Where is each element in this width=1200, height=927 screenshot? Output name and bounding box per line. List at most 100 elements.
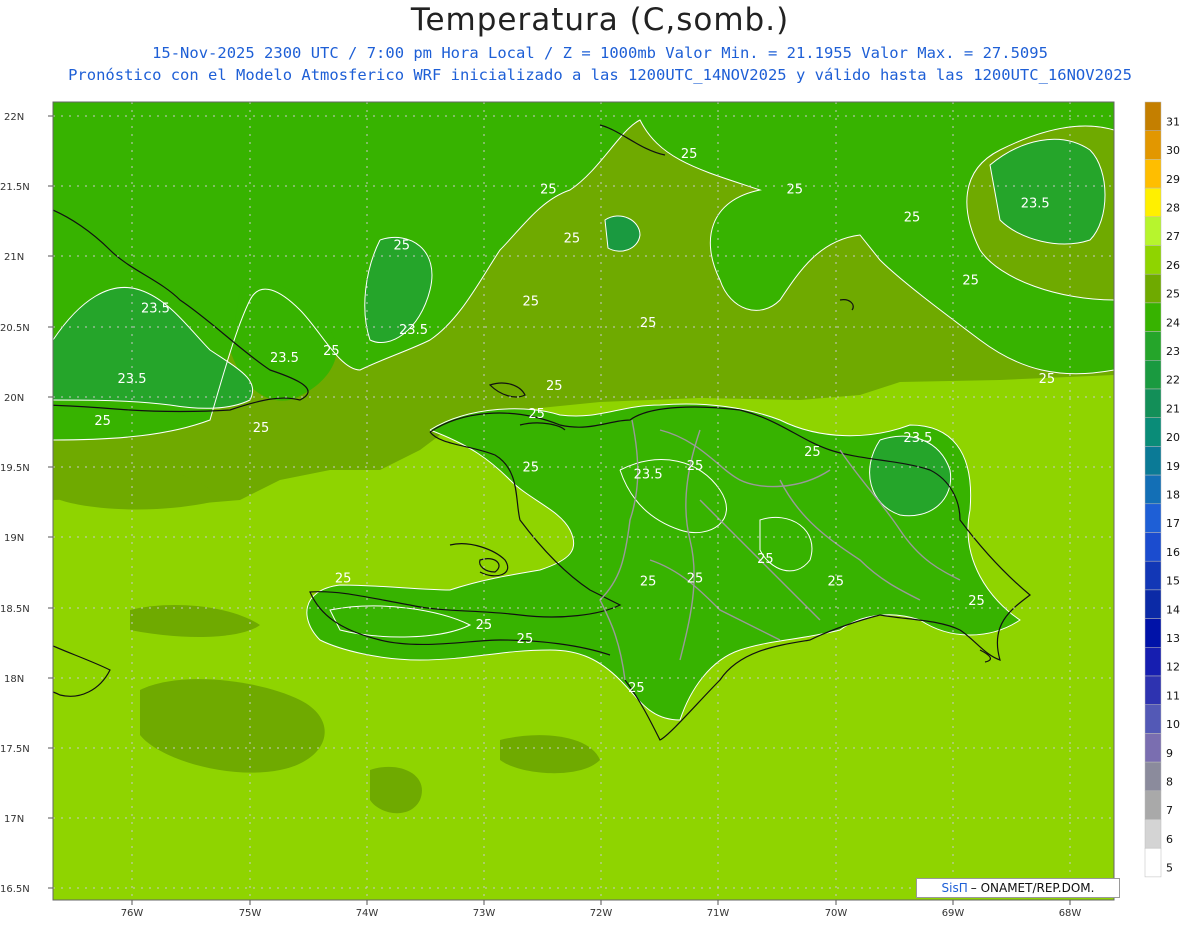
colorbar-swatch — [1144, 647, 1162, 677]
sispi-logo: SisΠ — [941, 881, 968, 895]
contour-label: 23.5 — [1021, 196, 1050, 211]
colorbar-label: 11 — [1166, 689, 1180, 702]
colorbar-label: 5 — [1166, 862, 1173, 875]
lat-label: 21.5N — [0, 182, 30, 193]
colorbar-swatch — [1144, 761, 1162, 792]
contour-label: 25 — [253, 421, 270, 436]
lat-label: 21N — [4, 252, 24, 263]
colorbar-swatch — [1144, 273, 1162, 304]
contour-label: 23.5 — [270, 351, 299, 366]
colorbar-swatch — [1144, 360, 1162, 390]
colorbar-swatch — [1144, 216, 1162, 246]
colorbar-label: 29 — [1166, 173, 1180, 186]
colorbar-swatch — [1144, 302, 1162, 332]
colorbar-label: 17 — [1166, 517, 1180, 530]
contour-label: 25 — [757, 552, 774, 567]
colorbar-swatch — [1144, 847, 1162, 878]
colorbar-label: 13 — [1166, 632, 1180, 645]
contour-label: 25 — [335, 571, 352, 586]
colorbar-swatch — [1144, 618, 1162, 648]
colorbar-swatch — [1144, 187, 1162, 218]
colorbar-swatch — [1144, 417, 1162, 447]
contour-label: 25 — [528, 407, 545, 422]
contour-label: 23.5 — [634, 467, 663, 482]
contour-label: 25 — [523, 295, 540, 310]
colorbar-swatch — [1144, 101, 1162, 131]
contour-label: 25 — [828, 574, 845, 589]
colorbar-label: 12 — [1166, 661, 1180, 674]
colorbar-swatch — [1144, 331, 1162, 361]
colorbar-swatch — [1144, 388, 1162, 418]
contour-label: 25 — [394, 238, 411, 253]
colorbar-swatch — [1144, 245, 1162, 275]
lon-label: 71W — [707, 908, 730, 919]
colorbar-label: 22 — [1166, 374, 1180, 387]
colorbar-label: 28 — [1166, 201, 1180, 214]
colorbar-label: 30 — [1166, 144, 1180, 157]
colorbar-label: 10 — [1166, 718, 1180, 731]
colorbar-label: 31 — [1166, 115, 1180, 128]
lat-label: 20N — [4, 393, 24, 404]
colorbar-label: 8 — [1166, 775, 1173, 788]
shaded-field — [53, 102, 1114, 900]
lat-label: 16.5N — [0, 884, 30, 895]
contour-label: 25 — [1039, 372, 1056, 387]
lat-label: 19.5N — [0, 463, 30, 474]
lon-label: 74W — [356, 908, 379, 919]
colorbar-label: 6 — [1166, 833, 1173, 846]
colorbar-swatch — [1144, 560, 1162, 591]
lon-label: 76W — [121, 908, 144, 919]
colorbar-swatch — [1144, 675, 1162, 705]
temperature-map: 22N 21.5N 21N 20.5N 20N 19.5N 19N 18.5N … — [0, 101, 1180, 919]
contour-label: 25 — [904, 210, 921, 225]
contour-label: 25 — [962, 274, 979, 289]
colorbar-swatch — [1144, 704, 1162, 734]
contour-label: 25 — [517, 632, 534, 647]
contour-label: 25 — [523, 460, 540, 475]
colorbar-swatch — [1144, 130, 1162, 160]
credit-text: – ONAMET/REP.DOM. — [970, 881, 1095, 895]
colorbar-label: 20 — [1166, 431, 1180, 444]
contour-label: 25 — [687, 571, 704, 586]
colorbar-label: 27 — [1166, 230, 1180, 243]
lat-label: 18.5N — [0, 604, 30, 615]
latitude-axis: 22N 21.5N 21N 20.5N 20N 19.5N 19N 18.5N … — [0, 112, 30, 895]
lon-label: 75W — [239, 908, 262, 919]
contour-label: 25 — [968, 594, 985, 609]
colorbar-label: 16 — [1166, 546, 1180, 559]
lon-label: 72W — [590, 908, 613, 919]
colorbar-label: 21 — [1166, 402, 1180, 415]
lon-label: 69W — [942, 908, 965, 919]
colorbar-swatch — [1144, 532, 1162, 562]
lat-label: 17.5N — [0, 744, 30, 755]
contour-label: 23.5 — [141, 302, 170, 317]
colorbar-label: 26 — [1166, 259, 1180, 272]
colorbar: 31 30 29 28 27 26 25 24 23 22 21 20 19 18 17 16 15 14 13 12… — [1144, 101, 1180, 878]
contour-label: 25 — [476, 618, 493, 633]
colorbar-swatch — [1144, 790, 1162, 820]
contour-label: 25 — [681, 147, 698, 162]
contour-label: 25 — [546, 379, 563, 394]
longitude-ticks — [131, 900, 1071, 905]
colorbar-swatch — [1144, 159, 1162, 189]
contour-label: 25 — [94, 414, 111, 429]
colorbar-label: 23 — [1166, 345, 1180, 358]
colorbar-swatch — [1144, 733, 1162, 763]
colorbar-label: 24 — [1166, 316, 1180, 329]
lat-label: 18N — [4, 674, 24, 685]
colorbar-label: 25 — [1166, 288, 1180, 301]
lat-label: 22N — [4, 112, 24, 123]
lat-label: 19N — [4, 533, 24, 544]
colorbar-label: 7 — [1166, 804, 1173, 817]
lon-label: 73W — [473, 908, 496, 919]
colorbar-label: 15 — [1166, 575, 1180, 588]
contour-label: 25 — [786, 182, 803, 197]
credit-box: SisΠ – ONAMET/REP.DOM. — [916, 878, 1120, 898]
contour-label: 25 — [540, 182, 557, 197]
colorbar-label: 19 — [1166, 460, 1180, 473]
colorbar-swatch — [1144, 589, 1162, 619]
colorbar-label: 9 — [1166, 747, 1173, 760]
lon-label: 68W — [1059, 908, 1082, 919]
contour-label: 25 — [640, 574, 657, 589]
contour-label: 25 — [628, 681, 645, 696]
